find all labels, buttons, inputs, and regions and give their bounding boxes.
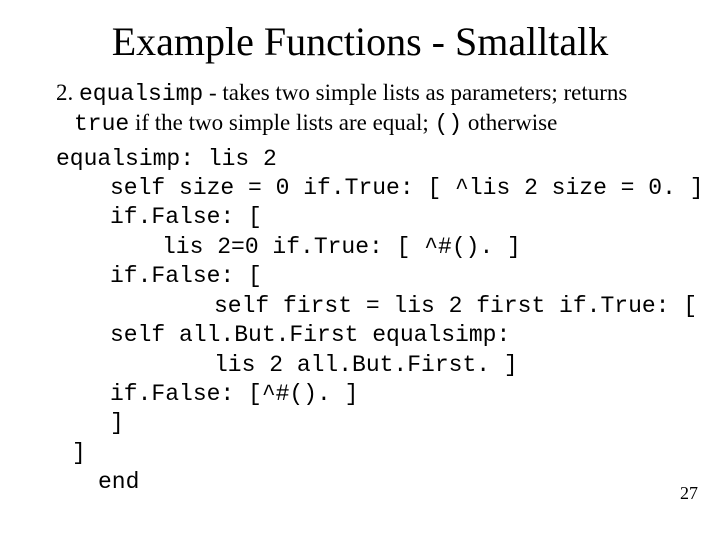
code-line: lis 2=0 if.True: [ ^#(). ] xyxy=(56,233,680,262)
slide-title: Example Functions - Smalltalk xyxy=(40,18,680,65)
slide: Example Functions - Smalltalk 2. equalsi… xyxy=(0,0,720,540)
literal-empty: () xyxy=(435,111,463,137)
code-line: self size = 0 if.True: [ ^lis 2 size = 0… xyxy=(56,174,680,203)
slide-body: 2. equalsimp - takes two simple lists as… xyxy=(40,79,680,498)
code-line: equalsimp: lis 2 xyxy=(56,145,680,174)
code-line: end xyxy=(56,468,680,497)
desc-part3: otherwise xyxy=(462,110,557,135)
function-description: 2. equalsimp - takes two simple lists as… xyxy=(40,79,680,139)
code-line: lis 2 all.But.First. ] xyxy=(56,351,680,380)
code-line: self first = lis 2 first if.True: [ xyxy=(56,292,680,321)
item-number: 2. xyxy=(56,80,79,105)
code-line: ] xyxy=(56,409,680,438)
desc-part2: if the two simple lists are equal; xyxy=(129,110,434,135)
code-line: self all.But.First equalsimp: xyxy=(56,321,680,350)
literal-true: true xyxy=(74,111,129,137)
code-line: if.False: [ xyxy=(56,262,680,291)
function-name: equalsimp xyxy=(79,81,203,107)
code-block: equalsimp: lis 2 self size = 0 if.True: … xyxy=(40,145,680,498)
code-line: if.False: [ xyxy=(56,203,680,232)
code-line: if.False: [^#(). ] xyxy=(56,380,680,409)
code-line: ] xyxy=(56,439,680,468)
desc-part1: - takes two simple lists as parameters; … xyxy=(203,80,627,105)
page-number: 27 xyxy=(680,483,698,504)
